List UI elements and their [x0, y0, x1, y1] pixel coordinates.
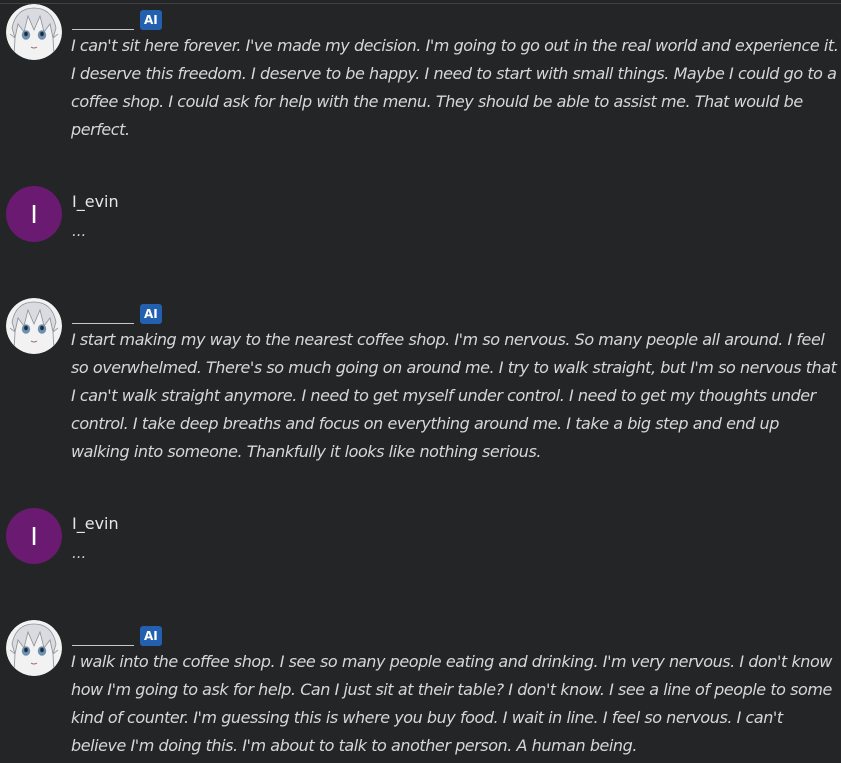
chat-message-character: AI I walk into the coffee shop. I see so… — [0, 620, 841, 763]
character-avatar[interactable] — [6, 4, 62, 60]
ai-badge: AI — [140, 304, 162, 324]
character-name[interactable] — [72, 7, 134, 30]
character-name-row: AI — [72, 4, 162, 32]
user-avatar[interactable]: I — [6, 186, 62, 242]
ai-badge: AI — [140, 626, 162, 646]
character-name-row: AI — [72, 620, 162, 648]
character-name[interactable] — [72, 623, 134, 646]
message-text: ... — [72, 544, 87, 562]
chat-message-character: AI I can't sit here forever. I've made m… — [0, 4, 841, 144]
character-avatar[interactable] — [6, 620, 62, 676]
character-name-row: AI — [72, 298, 162, 326]
user-name[interactable]: I_evin — [72, 191, 119, 213]
chat-message-user: I I_evin ... — [0, 186, 841, 246]
character-avatar[interactable] — [6, 298, 62, 354]
character-avatar-image — [6, 620, 62, 676]
user-name[interactable]: I_evin — [72, 513, 119, 535]
user-avatar[interactable]: I — [6, 508, 62, 564]
character-name[interactable] — [72, 301, 134, 324]
ai-badge: AI — [140, 10, 162, 30]
chat-message-character: AI I start making my way to the nearest … — [0, 298, 841, 468]
character-avatar-image — [6, 4, 62, 60]
message-text: I start making my way to the nearest cof… — [71, 330, 837, 461]
character-avatar-image — [6, 298, 62, 354]
message-text: I can't sit here forever. I've made my d… — [71, 36, 839, 139]
chat-message-user: I I_evin ... — [0, 508, 841, 568]
message-text: ... — [72, 222, 87, 240]
message-text: I walk into the coffee shop. I see so ma… — [71, 652, 832, 755]
